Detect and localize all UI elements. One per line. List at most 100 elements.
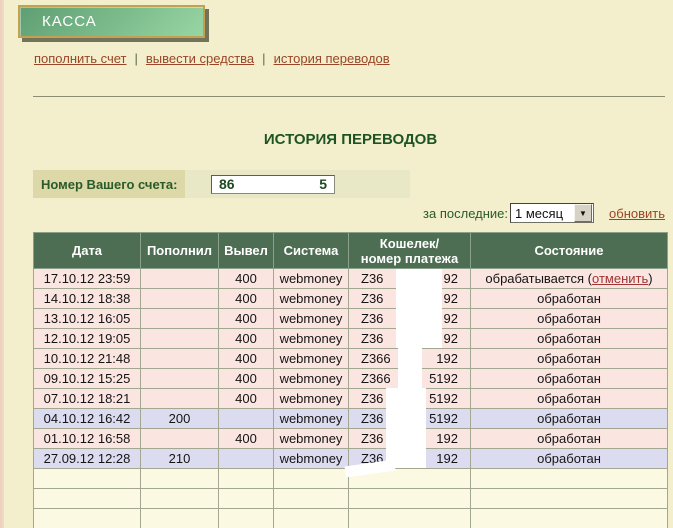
cell-status: обработан	[471, 349, 668, 369]
cell-withdraw: 400	[219, 269, 274, 289]
cell-date: 10.10.12 21:48	[34, 349, 141, 369]
status-text: обработан	[537, 351, 601, 366]
empty-cell	[274, 469, 349, 489]
status-text: обработан	[537, 411, 601, 426]
column-header: Система	[274, 233, 349, 269]
cell-deposit	[141, 429, 219, 449]
period-label: за последние:	[423, 206, 508, 221]
empty-cell	[34, 469, 141, 489]
status-text: обработан	[537, 331, 601, 346]
cell-status: обработан	[471, 389, 668, 409]
wallet-suffix: 192	[436, 431, 458, 446]
nav-link-withdraw[interactable]: вывести средства	[146, 51, 254, 66]
cell-deposit	[141, 329, 219, 349]
table-row: 01.10.12 16:58 400webmoney Z36 192 обработан	[34, 429, 668, 449]
table-header-row: ДатаПополнилВывелСистемаКошелек/ номер п…	[34, 233, 668, 269]
status-text: обрабатывается	[485, 271, 584, 286]
wallet-prefix: Z36	[361, 431, 383, 446]
table-row: 12.10.12 19:05400webmoneyZ3692обработан	[34, 329, 668, 349]
status-text: обработан	[537, 311, 601, 326]
table-row: 17.10.12 23:59400webmoneyZ3692обрабатыва…	[34, 269, 668, 289]
wallet-prefix: Z36	[361, 391, 383, 406]
wallet-prefix: Z36	[361, 311, 383, 326]
account-number-input[interactable]: 86 5	[211, 175, 335, 194]
empty-cell	[471, 489, 668, 509]
cell-date: 09.10.12 15:25	[34, 369, 141, 389]
nav-link-history[interactable]: история переводов	[274, 51, 390, 66]
cell-deposit	[141, 309, 219, 329]
cell-withdraw	[219, 409, 274, 429]
horizontal-rule	[33, 96, 665, 97]
nav-link-topup[interactable]: пополнить счет	[34, 51, 127, 66]
column-header: Кошелек/ номер платежа	[349, 233, 471, 269]
cell-status: обработан	[471, 449, 668, 469]
wallet-suffix: 192	[436, 451, 458, 466]
status-text: обработан	[537, 431, 601, 446]
table-row: 10.10.12 21:48400webmoneyZ366192обработа…	[34, 349, 668, 369]
kassa-title: КАССА	[42, 13, 97, 30]
wallet-prefix: Z36	[361, 291, 383, 306]
empty-cell	[274, 489, 349, 509]
cell-date: 07.10.12 18:21	[34, 389, 141, 409]
cell-withdraw: 400	[219, 349, 274, 369]
account-value-area: 86 5	[185, 170, 410, 198]
empty-cell	[349, 489, 471, 509]
empty-cell	[141, 489, 219, 509]
table-row: 07.10.12 18:21400webmoneyZ365192обработа…	[34, 389, 668, 409]
empty-cell	[219, 489, 274, 509]
cell-date: 13.10.12 16:05	[34, 309, 141, 329]
wallet-prefix: Z366	[361, 371, 391, 386]
cell-system: webmoney	[274, 329, 349, 349]
table-row: 13.10.12 16:05400webmoneyZ3692обработан	[34, 309, 668, 329]
nav-separator: |	[262, 51, 265, 66]
nav-separator: |	[135, 51, 138, 66]
wallet-prefix: Z36	[361, 271, 383, 286]
chevron-down-icon[interactable]: ▼	[574, 204, 592, 222]
page: КАССА пополнить счет | вывести средства | ис…	[0, 0, 673, 528]
cell-status: обрабатывается (отменить)	[471, 269, 668, 289]
empty-cell	[471, 469, 668, 489]
cell-withdraw: 400	[219, 429, 274, 449]
cell-deposit	[141, 389, 219, 409]
empty-cell	[34, 509, 141, 528]
cell-system: webmoney	[274, 349, 349, 369]
cell-system: webmoney	[274, 429, 349, 449]
filter-row: за последние: 1 месяц ▼ обновить	[33, 202, 665, 224]
cell-withdraw: 400	[219, 389, 274, 409]
account-number-suffix: 5	[319, 176, 327, 192]
refresh-link[interactable]: обновить	[609, 206, 665, 221]
cell-withdraw	[219, 449, 274, 469]
status-text: обработан	[537, 451, 601, 466]
nav-links: пополнить счет | вывести средства | история …	[34, 51, 390, 66]
wallet-suffix: 92	[444, 291, 458, 306]
cell-withdraw: 400	[219, 369, 274, 389]
history-table: ДатаПополнилВывелСистемаКошелек/ номер п…	[33, 232, 668, 528]
cell-system: webmoney	[274, 449, 349, 469]
wallet-suffix: 92	[444, 331, 458, 346]
account-number-label: Номер Вашего счета:	[33, 170, 185, 198]
empty-table-row	[34, 489, 668, 509]
wallet-redaction-blob	[398, 348, 422, 388]
table-row: 09.10.12 15:25400webmoneyZ3665192обработ…	[34, 369, 668, 389]
cell-date: 12.10.12 19:05	[34, 329, 141, 349]
cell-withdraw: 400	[219, 309, 274, 329]
period-select[interactable]: 1 месяц ▼	[510, 203, 594, 223]
cell-date: 01.10.12 16:58	[34, 429, 141, 449]
wallet-suffix: 5192	[429, 371, 458, 386]
cell-status: обработан	[471, 409, 668, 429]
column-header: Состояние	[471, 233, 668, 269]
table-row: 04.10.12 16:42200webmoneyZ365192обработа…	[34, 409, 668, 429]
column-header: Вывел	[219, 233, 274, 269]
wallet-prefix: Z36	[361, 331, 383, 346]
cell-date: 17.10.12 23:59	[34, 269, 141, 289]
kassa-banner: КАССА	[18, 5, 205, 38]
cell-deposit	[141, 289, 219, 309]
cancel-link[interactable]: отменить	[592, 271, 648, 286]
column-header: Дата	[34, 233, 141, 269]
wallet-redaction-blob	[396, 269, 442, 348]
period-select-value: 1 месяц	[511, 206, 574, 221]
left-edge-strip	[0, 0, 4, 528]
cell-system: webmoney	[274, 309, 349, 329]
cell-system: webmoney	[274, 269, 349, 289]
cell-status: обработан	[471, 309, 668, 329]
